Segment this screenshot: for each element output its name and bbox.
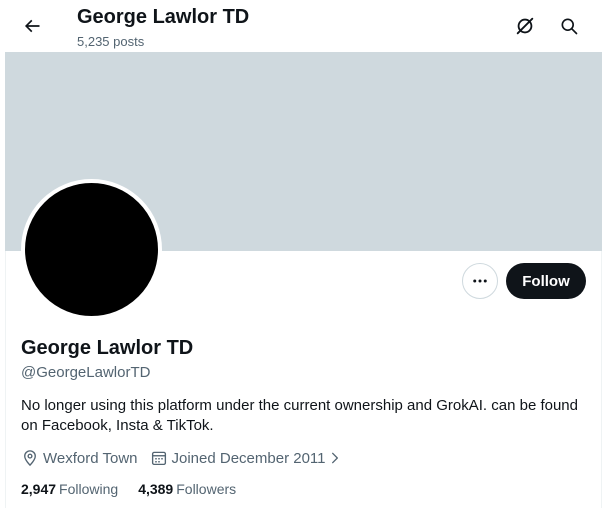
location-text: Wexford Town (43, 449, 138, 467)
search-button[interactable] (551, 8, 587, 44)
profile-meta: Wexford Town Joined December 2011 (21, 448, 358, 468)
column-border-left (5, 251, 6, 508)
profile-stats: 2,947 Following 4,389 Followers (21, 481, 256, 497)
grok-button[interactable] (507, 8, 543, 44)
following-count: 2,947 (21, 481, 57, 497)
followers-link[interactable]: 4,389 Followers (138, 481, 236, 497)
user-handle: @GeorgeLawlorTD (21, 364, 151, 381)
avatar[interactable] (21, 179, 162, 320)
following-link[interactable]: 2,947 Following (21, 481, 118, 497)
more-horizontal-icon (473, 279, 487, 283)
back-button[interactable] (14, 8, 50, 44)
joined-item: Joined December 2011 (150, 449, 347, 467)
following-label: Following (59, 481, 119, 497)
profile-header: George Lawlor TD 5,235 posts (0, 0, 607, 52)
chevron-right-icon (332, 452, 339, 464)
header-title-block: George Lawlor TD 5,235 posts (77, 5, 249, 50)
followers-count: 4,389 (138, 481, 174, 497)
followers-label: Followers (176, 481, 237, 497)
location-item: Wexford Town (21, 449, 138, 467)
search-icon (561, 18, 578, 35)
header-title: George Lawlor TD (77, 6, 250, 28)
column-border-right (601, 251, 602, 508)
display-name: George Lawlor TD (21, 337, 194, 359)
more-button[interactable] (462, 263, 498, 299)
joined-chevron[interactable] (328, 451, 346, 465)
calendar-icon (151, 451, 166, 466)
profile-bio: No longer using this platform under the … (21, 397, 578, 434)
post-count: 5,235 posts (77, 34, 145, 49)
grok-icon (516, 17, 534, 35)
joined-text: Joined December 2011 (171, 449, 326, 467)
location-pin-icon (24, 450, 36, 467)
follow-button[interactable]: Follow (506, 263, 586, 299)
arrow-left-icon (24, 19, 40, 33)
